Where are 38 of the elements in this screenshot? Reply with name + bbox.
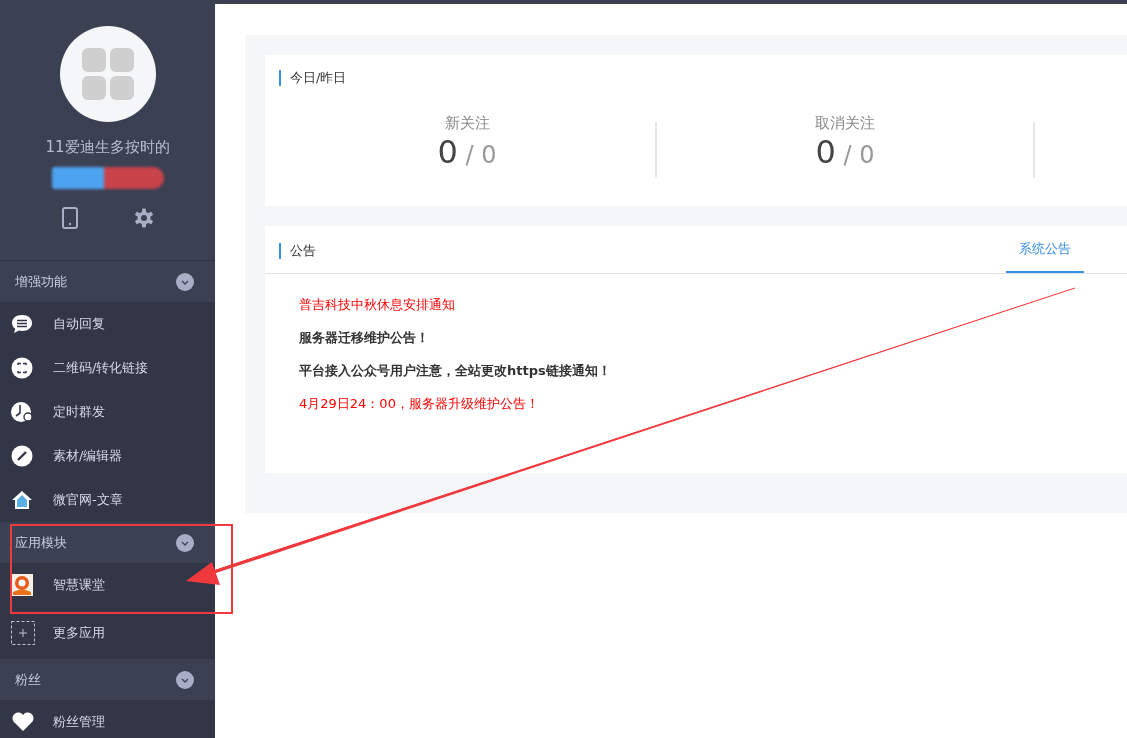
sidebar-item[interactable]: 粉丝管理 <box>0 700 215 738</box>
sidebar-group-header[interactable]: 粉丝 <box>0 659 215 700</box>
sidebar-item[interactable]: 微官网-文章 <box>0 478 215 522</box>
chevron-down-icon <box>176 272 194 291</box>
sidebar-item[interactable]: 智慧课堂 <box>0 563 215 607</box>
chevron-down-icon <box>176 670 194 689</box>
phone-icon[interactable] <box>61 207 78 229</box>
clock-icon <box>11 401 35 423</box>
sidebar-item[interactable]: 自动回复 <box>0 302 215 346</box>
add-icon <box>11 621 35 645</box>
card-title: 公告 <box>279 243 316 259</box>
heart-icon <box>11 712 35 732</box>
sidebar-item[interactable]: 二维码/转化链接 <box>0 346 215 390</box>
pencil-icon <box>11 445 33 467</box>
group-title: 增强功能 <box>15 272 67 291</box>
notice-link[interactable]: 平台接入公众号用户注意，全站更改https链接通知！ <box>299 362 1127 380</box>
stat-value: 0 / 0 <box>436 133 498 171</box>
stat-label: 取消关注 <box>814 114 876 133</box>
sidebar-group-header[interactable]: 应用模块 <box>0 522 215 563</box>
app-logo-icon <box>11 574 33 596</box>
account-name: 11爱迪生多按时的 <box>45 138 170 157</box>
notice-link[interactable]: 普吉科技中秋休息安排通知 <box>299 296 1127 314</box>
home-icon <box>11 490 33 510</box>
group-title: 应用模块 <box>15 533 67 552</box>
group-title: 粉丝 <box>15 670 41 689</box>
sidebar-group-header[interactable]: 增强功能 <box>0 261 215 302</box>
sidebar-item[interactable]: 更多应用 <box>0 607 215 659</box>
stat-value: 0 / 0 <box>814 133 876 171</box>
card-title: 今日/昨日 <box>279 70 1127 86</box>
notice-link[interactable]: 4月29日24：00，服务器升级维护公告！ <box>299 395 1127 413</box>
notice-link[interactable]: 服务器迁移维护公告！ <box>299 329 1127 347</box>
chat-bubble-icon <box>11 314 33 334</box>
chevron-down-icon <box>176 533 194 552</box>
settings-icon[interactable] <box>133 208 154 228</box>
sidebar-item[interactable]: 定时群发 <box>0 390 215 434</box>
notice-tab[interactable]: 系统公告 <box>1006 240 1084 273</box>
stat-label: 新关注 <box>443 114 491 133</box>
sidebar-item[interactable]: 素材/编辑器 <box>0 434 215 478</box>
